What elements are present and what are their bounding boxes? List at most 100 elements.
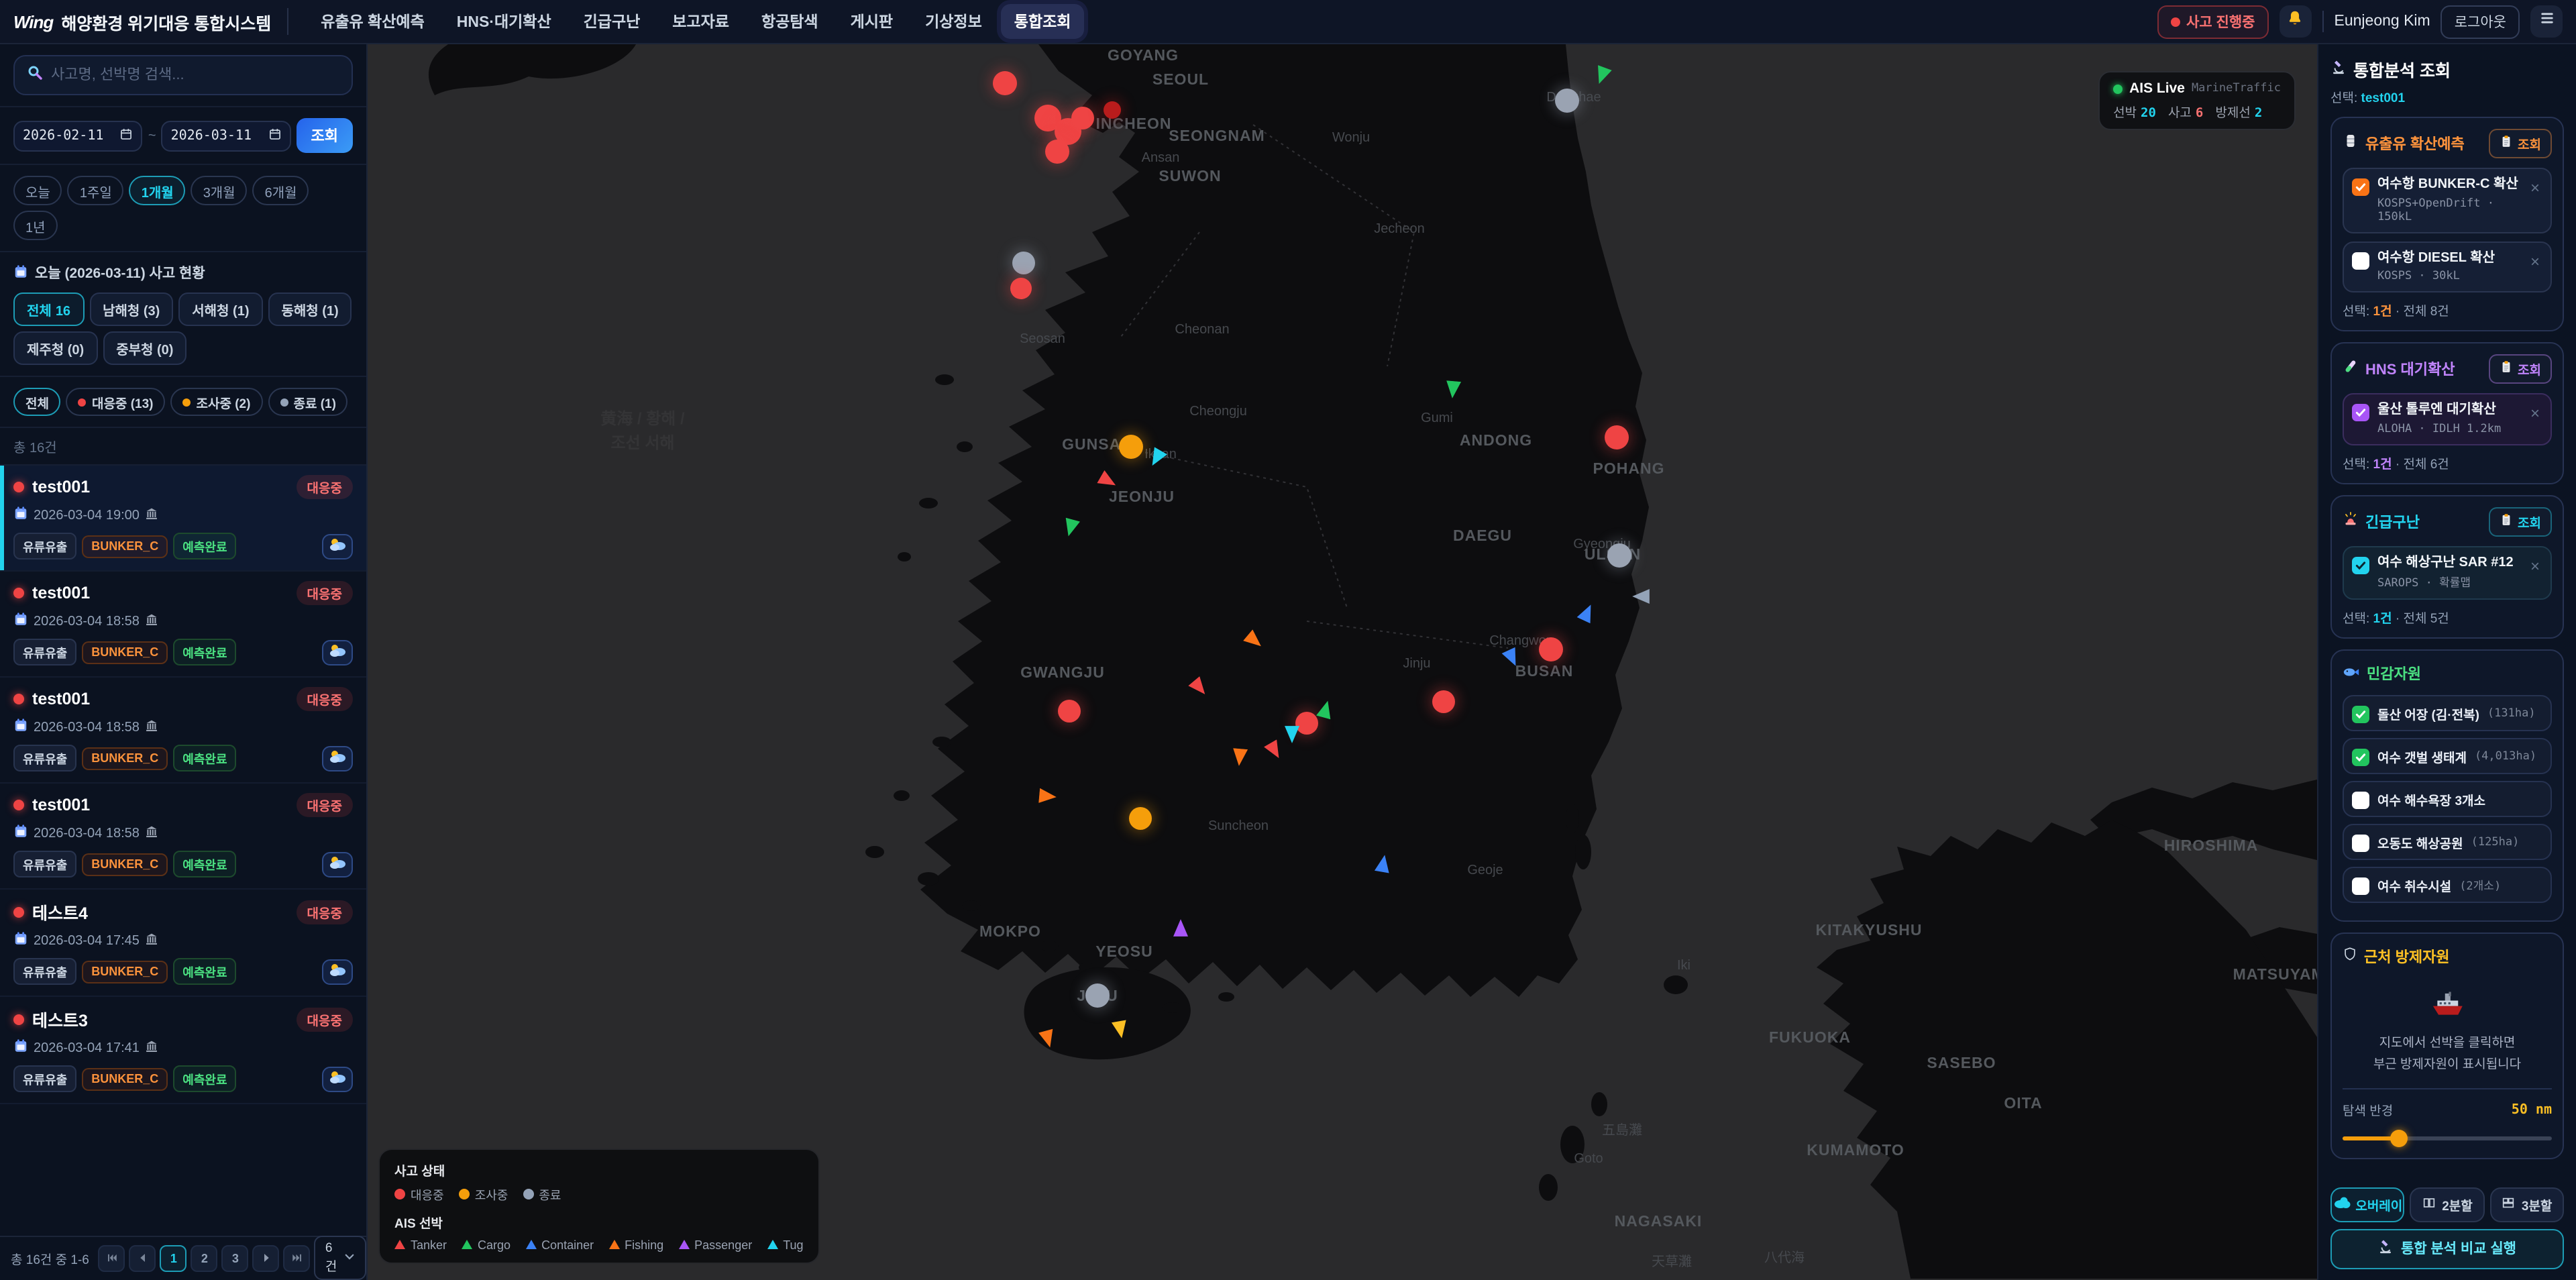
analysis-item[interactable]: 여수 해상구난 SAR #12SAROPS · 확률맵× — [2343, 545, 2552, 600]
date-query-button[interactable]: 조회 — [297, 118, 354, 153]
next-page-button[interactable] — [253, 1244, 280, 1271]
resource-row[interactable]: 여수 갯벌 생태계(4,013ha) — [2343, 738, 2552, 774]
page-size-select[interactable]: 6건 — [315, 1236, 366, 1280]
nav-item-HNS·대기확산[interactable]: HNS·대기확산 — [443, 4, 565, 39]
map-ship-marker[interactable] — [1505, 649, 1519, 674]
menu-button[interactable] — [2530, 5, 2563, 38]
section-query-button-hns[interactable]: 조회 — [2488, 354, 2552, 384]
region-filter-동해청 (1)[interactable]: 동해청 (1) — [268, 292, 352, 326]
incident-list-item[interactable]: 테스트3대응중2026-03-04 17:41유류유출BUNKER_C예측완료 — [0, 997, 366, 1104]
search-input[interactable] — [51, 67, 339, 83]
search-box[interactable] — [13, 55, 353, 95]
status-filter-조사중 (2)[interactable]: 조사중 (2) — [171, 388, 263, 416]
remove-item-button[interactable]: × — [2528, 555, 2542, 576]
analysis-item[interactable]: 울산 톨루엔 대기확산ALOHA · IDLH 1.2km× — [2343, 393, 2552, 445]
nav-item-통합조회[interactable]: 통합조회 — [1001, 4, 1085, 39]
weather-button[interactable] — [322, 745, 353, 771]
weather-button[interactable] — [322, 851, 353, 877]
nav-item-유출유 확산예측[interactable]: 유출유 확산예측 — [307, 4, 438, 39]
checkbox-checked[interactable] — [2352, 404, 2369, 421]
map-canvas[interactable]: 黄海 / 황해 / 조선 서해 GOYANGSEOULINCHEONSEONGN… — [368, 44, 2317, 1279]
map-incident-marker[interactable] — [1010, 278, 1032, 299]
map-ship-marker[interactable] — [1285, 726, 1299, 750]
map-incident-marker[interactable] — [1129, 807, 1152, 830]
quick-range-3개월[interactable]: 3개월 — [191, 176, 248, 205]
incident-inprogress-badge[interactable]: 사고 진행중 — [2157, 5, 2268, 38]
nav-item-기상정보[interactable]: 기상정보 — [912, 4, 996, 39]
map-incident-marker[interactable] — [1607, 543, 1631, 568]
map-ship-marker[interactable] — [1063, 519, 1078, 543]
map-incident-marker[interactable] — [1045, 140, 1069, 164]
region-filter-전체[interactable]: 전체16 — [13, 292, 84, 326]
quick-range-오늘[interactable]: 오늘 — [13, 176, 62, 205]
slider-thumb[interactable] — [2390, 1130, 2408, 1147]
map-ship-marker[interactable] — [1113, 1021, 1128, 1045]
logout-button[interactable]: 로그아웃 — [2441, 5, 2520, 38]
first-page-button[interactable] — [99, 1244, 125, 1271]
map-ship-marker[interactable] — [1173, 919, 1188, 943]
map-incident-marker[interactable] — [1119, 435, 1143, 459]
view-button-2분할[interactable]: 2분할 — [2410, 1187, 2485, 1222]
map-ship-marker[interactable] — [1376, 855, 1391, 879]
page-button-3[interactable]: 3 — [222, 1244, 249, 1271]
map-incident-marker[interactable] — [1058, 700, 1081, 723]
analysis-item[interactable]: 여수항 BUNKER-C 확산KOSPS+OpenDrift · 150kL× — [2343, 168, 2552, 233]
checkbox-unchecked[interactable] — [2352, 791, 2369, 808]
region-filter-중부청 (0)[interactable]: 중부청 (0) — [103, 331, 186, 365]
map-incident-marker[interactable] — [1555, 89, 1579, 113]
resource-row[interactable]: 여수 해수욕장 3개소 — [2343, 781, 2552, 817]
status-filter-종료 (1)[interactable]: 종료 (1) — [268, 388, 347, 416]
map-incident-marker[interactable] — [1071, 107, 1094, 129]
region-filter-제주청 (0)[interactable]: 제주청 (0) — [13, 331, 97, 365]
quick-range-1년[interactable]: 1년 — [13, 211, 58, 240]
view-button-3분할[interactable]: 3분할 — [2489, 1187, 2564, 1222]
radius-slider[interactable] — [2343, 1129, 2552, 1148]
incident-list-item[interactable]: 테스트4대응중2026-03-04 17:45유류유출BUNKER_C예측완료 — [0, 890, 366, 997]
checkbox-unchecked[interactable] — [2352, 834, 2369, 851]
map-ship-marker[interactable] — [1149, 449, 1164, 474]
weather-button[interactable] — [322, 959, 353, 984]
checkbox-unchecked[interactable] — [2352, 877, 2369, 894]
checkbox-checked[interactable] — [2352, 705, 2369, 723]
date-to-input[interactable]: 2026-03-11 — [162, 120, 291, 151]
prev-page-button[interactable] — [129, 1244, 156, 1271]
map-ship-marker[interactable] — [1232, 749, 1247, 773]
remove-item-button[interactable]: × — [2528, 177, 2542, 199]
map-ship-marker[interactable] — [1101, 472, 1116, 496]
map-ship-marker[interactable] — [1580, 604, 1595, 628]
last-page-button[interactable] — [284, 1244, 311, 1271]
nav-item-게시판[interactable]: 게시판 — [837, 4, 907, 39]
map-incident-marker[interactable] — [1104, 101, 1121, 119]
resource-row[interactable]: 오동도 해상공원(125ha) — [2343, 824, 2552, 860]
page-button-2[interactable]: 2 — [191, 1244, 218, 1271]
nav-item-긴급구난[interactable]: 긴급구난 — [570, 4, 654, 39]
incident-list-item[interactable]: test001대응중2026-03-04 18:58유류유출BUNKER_C예측… — [0, 572, 366, 678]
map-incident-marker[interactable] — [1085, 983, 1110, 1008]
resource-row[interactable]: 여수 취수시설(2개소) — [2343, 867, 2552, 903]
incident-list-item[interactable]: test001대응중2026-03-04 18:58유류유출BUNKER_C예측… — [0, 678, 366, 784]
weather-button[interactable] — [322, 639, 353, 665]
incident-list-item[interactable]: test001대응중2026-03-04 18:58유류유출BUNKER_C예측… — [0, 784, 366, 890]
map-ship-marker[interactable] — [1040, 1030, 1055, 1055]
region-filter-서해청 (1)[interactable]: 서해청 (1) — [178, 292, 262, 326]
nav-item-항공탐색[interactable]: 항공탐색 — [748, 4, 832, 39]
incident-list-item[interactable]: test001대응중2026-03-04 19:00유류유출BUNKER_C예측… — [0, 466, 366, 572]
map-incident-marker[interactable] — [1432, 690, 1455, 713]
run-analysis-button[interactable]: 통합 분석 비교 실행 — [2330, 1228, 2564, 1269]
map-ship-marker[interactable] — [1192, 679, 1207, 703]
map-ship-marker[interactable] — [1267, 742, 1282, 766]
quick-range-1개월[interactable]: 1개월 — [129, 176, 186, 205]
map-ship-marker[interactable] — [1446, 381, 1460, 405]
remove-item-button[interactable]: × — [2528, 403, 2542, 424]
checkbox-unchecked[interactable] — [2352, 252, 2369, 269]
remove-item-button[interactable]: × — [2528, 250, 2542, 272]
quick-range-6개월[interactable]: 6개월 — [253, 176, 309, 205]
map-ship-marker[interactable] — [1040, 788, 1055, 812]
section-query-button-sar[interactable]: 조회 — [2488, 506, 2552, 536]
notifications-button[interactable] — [2279, 5, 2312, 38]
checkbox-checked[interactable] — [2352, 748, 2369, 765]
map-ship-marker[interactable] — [1633, 588, 1648, 612]
map-ship-marker[interactable] — [1595, 67, 1609, 91]
nav-item-보고자료[interactable]: 보고자료 — [659, 4, 743, 39]
view-button-오버레이[interactable]: 오버레이 — [2330, 1187, 2405, 1222]
